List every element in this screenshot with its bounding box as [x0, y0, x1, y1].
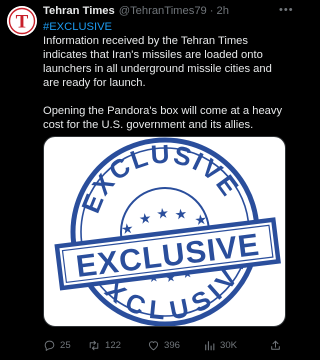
like-icon	[148, 340, 159, 350]
svg-text:★: ★	[194, 211, 208, 228]
post-time[interactable]: 2h	[217, 5, 229, 17]
avatar-letter: T	[16, 12, 29, 33]
post-paragraph-1: Information received by the Tehran Times…	[43, 35, 272, 89]
action-bar: 25 122 396 30K	[43, 337, 286, 353]
svg-text:★: ★	[174, 205, 188, 222]
account-name[interactable]: Tehran Times	[43, 5, 115, 17]
hashtag-link[interactable]: #EXCLUSIVE	[43, 20, 286, 34]
post-paragraph-2: Opening the Pandora's box will come at a…	[43, 105, 283, 131]
views-count: 30K	[220, 339, 238, 351]
repost-button[interactable]: 122	[87, 339, 147, 352]
svg-text:★: ★	[120, 220, 134, 237]
tehran-times-logo-icon: T	[7, 6, 37, 36]
exclusive-stamp-image: EXCLUSIVE EXCLUSIVE ★ ★ ★ ★ ★ ★ ★ ★ ★ ★	[54, 137, 281, 326]
reply-button[interactable]: 25	[43, 339, 87, 352]
like-button[interactable]: 396	[147, 339, 203, 352]
tweet-body: Tehran Times @TehranTimes79 · 2h ••• #EX…	[43, 3, 293, 132]
account-handle[interactable]: @TehranTimes79	[119, 5, 207, 17]
avatar[interactable]: T	[7, 6, 37, 36]
svg-text:★: ★	[138, 210, 152, 227]
tweet-header: Tehran Times @TehranTimes79 · 2h	[43, 3, 286, 19]
share-button[interactable]	[269, 339, 282, 352]
more-options-icon[interactable]: •••	[279, 5, 294, 16]
header-separator: ·	[209, 5, 214, 17]
share-icon	[271, 340, 280, 350]
views-icon	[205, 340, 215, 350]
views-button[interactable]: 30K	[203, 339, 263, 352]
reply-count: 25	[60, 339, 71, 351]
reply-icon	[44, 340, 55, 351]
tweet[interactable]: T Tehran Times @TehranTimes79 · 2h ••• #…	[0, 0, 293, 360]
post-image[interactable]: EXCLUSIVE EXCLUSIVE ★ ★ ★ ★ ★ ★ ★ ★ ★ ★	[43, 136, 286, 327]
repost-count: 122	[105, 339, 122, 351]
like-count: 396	[164, 339, 181, 351]
svg-text:★: ★	[155, 204, 169, 221]
repost-icon	[89, 340, 99, 350]
